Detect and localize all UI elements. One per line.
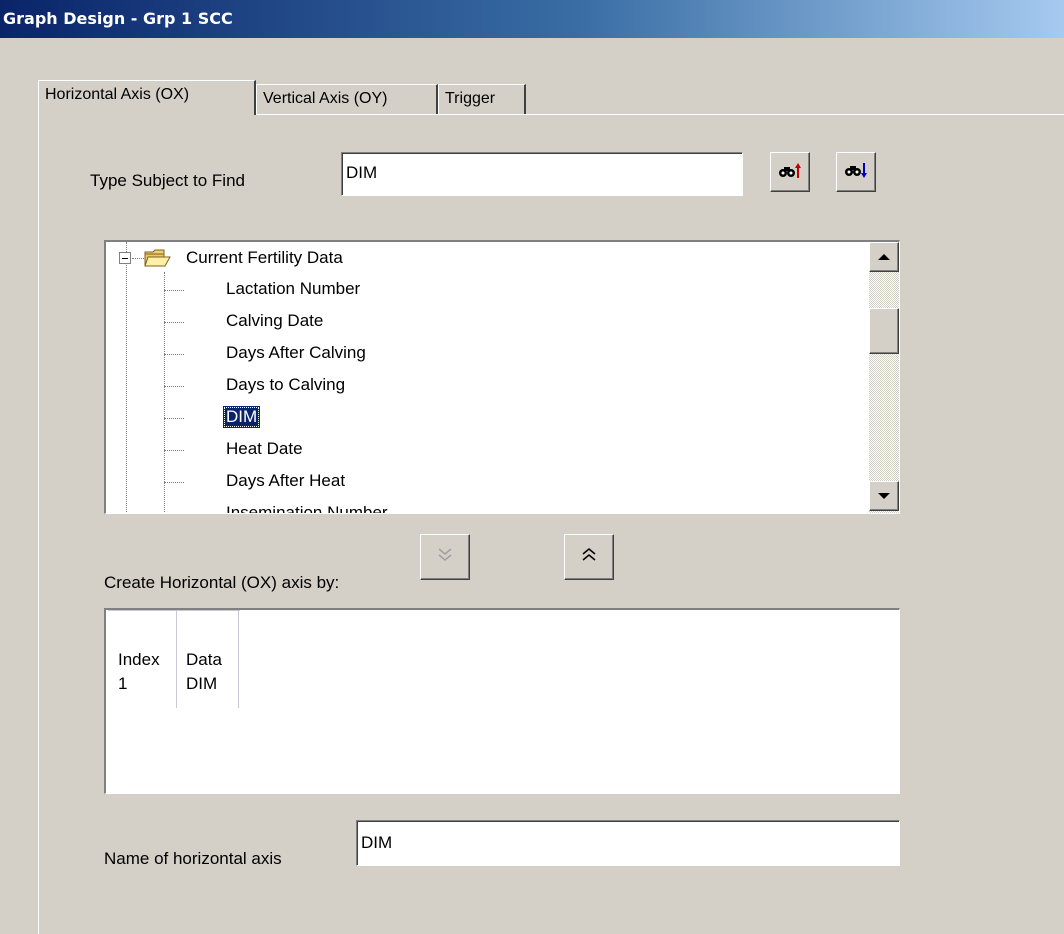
subject-tree[interactable]: Current Fertility Data Lactation Number … bbox=[104, 240, 900, 514]
tree-line bbox=[164, 354, 184, 355]
tab-vertical-axis[interactable]: Vertical Axis (OY) bbox=[256, 84, 438, 114]
tree-item[interactable]: Heat Date bbox=[226, 439, 303, 459]
find-down-button[interactable] bbox=[836, 152, 876, 192]
tree-line bbox=[164, 450, 184, 451]
tree-item[interactable]: Days After Calving bbox=[226, 343, 366, 363]
tree-line bbox=[164, 418, 184, 419]
tree-line bbox=[164, 290, 184, 291]
tree-line bbox=[164, 386, 184, 387]
binoculars-up-icon bbox=[778, 162, 802, 183]
grid-header-data[interactable]: Data bbox=[186, 650, 222, 670]
arrow-up-icon bbox=[878, 254, 890, 260]
create-axis-label: Create Horizontal (OX) axis by: bbox=[104, 573, 340, 592]
binoculars-down-icon bbox=[844, 161, 868, 184]
collapse-toggle-icon[interactable] bbox=[119, 252, 131, 264]
tab-horizontal-axis-label: Horizontal Axis (OX) bbox=[45, 86, 190, 103]
scroll-down-button[interactable] bbox=[869, 481, 899, 511]
grid-cell-data[interactable]: DIM bbox=[186, 674, 217, 694]
scroll-thumb[interactable] bbox=[869, 308, 899, 354]
tree-item-selected[interactable]: DIM bbox=[223, 406, 261, 428]
tab-vertical-axis-label: Vertical Axis (OY) bbox=[263, 90, 388, 107]
axis-name-input[interactable] bbox=[356, 820, 900, 866]
tab-panel bbox=[38, 114, 1064, 934]
find-input[interactable] bbox=[341, 152, 743, 196]
tab-trigger[interactable]: Trigger bbox=[438, 84, 526, 114]
title-bar: Graph Design - Grp 1 SCC bbox=[0, 0, 1064, 38]
remove-from-axis-button[interactable] bbox=[564, 534, 614, 580]
tree-item[interactable]: Insemination Number bbox=[226, 503, 388, 513]
double-chevron-down-icon bbox=[437, 547, 453, 568]
folder-open-icon bbox=[144, 248, 172, 273]
tree-line bbox=[164, 322, 184, 323]
tree-item[interactable]: Days to Calving bbox=[226, 375, 345, 395]
tree-root[interactable]: Current Fertility Data bbox=[186, 248, 343, 268]
tree-line bbox=[132, 258, 144, 259]
tree-line bbox=[164, 272, 165, 513]
find-up-button[interactable] bbox=[770, 152, 810, 192]
add-to-axis-button[interactable] bbox=[420, 534, 470, 580]
arrow-down-icon bbox=[878, 493, 890, 499]
tree-line bbox=[126, 242, 127, 513]
tree-scrollbar[interactable] bbox=[869, 242, 899, 513]
tree-item[interactable]: Lactation Number bbox=[226, 279, 360, 299]
tab-trigger-label: Trigger bbox=[445, 90, 496, 107]
axis-name-label: Name of horizontal axis bbox=[104, 849, 282, 868]
find-label: Type Subject to Find bbox=[90, 171, 245, 190]
tree-item[interactable]: Calving Date bbox=[226, 311, 323, 331]
grid-header-index[interactable]: Index bbox=[118, 650, 160, 670]
double-chevron-up-icon bbox=[581, 547, 597, 568]
grid-cell-index[interactable]: 1 bbox=[118, 674, 127, 694]
scroll-up-button[interactable] bbox=[869, 242, 899, 272]
tree-line bbox=[164, 482, 184, 483]
tab-horizontal-axis[interactable]: Horizontal Axis (OX) bbox=[38, 80, 256, 115]
grid-line bbox=[108, 610, 240, 611]
axis-grid[interactable]: Index Data 1 DIM bbox=[104, 608, 900, 794]
tree-item[interactable]: Days After Heat bbox=[226, 471, 345, 491]
window-title: Graph Design - Grp 1 SCC bbox=[3, 9, 233, 28]
